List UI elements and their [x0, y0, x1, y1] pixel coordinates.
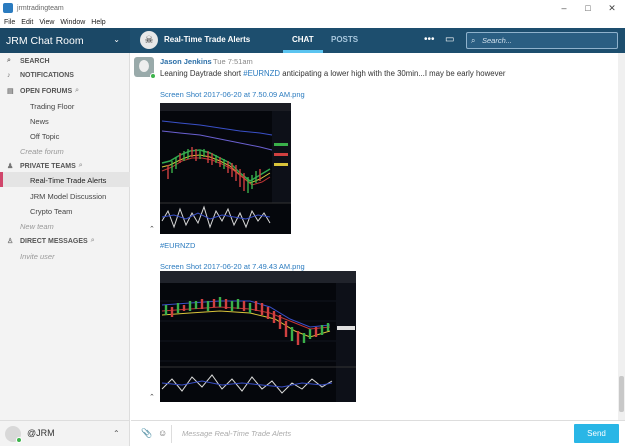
message-author[interactable]: Jason Jenkins [160, 57, 212, 66]
attachment-image[interactable] [160, 271, 356, 402]
search-placeholder: Search... [482, 36, 513, 45]
attachment-link[interactable]: Screen Shot 2017-06-20 at 7.49.43 AM.png [160, 262, 305, 271]
attachment-image[interactable] [160, 103, 291, 234]
room-avatar: ☠ [140, 31, 158, 49]
sidebar-private-teams[interactable]: ♟ PRIVATE TEAMS ⌕ [7, 162, 83, 170]
message-text-part: anticipating a lower high with the 30min… [280, 69, 506, 78]
window-titlebar: jrmtradingteam – □ ✕ [0, 0, 625, 16]
top-bar: JRM Chat Room ⌄ ☠ Real-Time Trade Alerts… [0, 28, 625, 53]
send-button[interactable]: Send [574, 424, 619, 443]
bell-icon: ♪ [7, 72, 11, 79]
search-input[interactable]: ⌕ Search... [466, 32, 618, 49]
toggle-panel-icon[interactable]: ▭ [445, 34, 454, 45]
search-icon[interactable]: ⌕ [75, 87, 79, 95]
message-list: Jason Jenkins Tue 7:51am Leaning Daytrad… [131, 53, 618, 420]
message-text-part: Leaning Daytrade short [160, 69, 244, 78]
message-input[interactable]: Message Real-Time Trade Alerts [182, 429, 291, 438]
sidebar-open-forums[interactable]: ▤ OPEN FORUMS ⌕ [7, 87, 79, 95]
sidebar-item-off-topic[interactable]: Off Topic [30, 132, 59, 141]
sidebar-search[interactable]: ⌕ SEARCH [7, 57, 50, 65]
menu-bar: File Edit View Window Help [0, 16, 625, 28]
user-menu[interactable]: @JRM ⌃ [0, 420, 130, 446]
attach-file-icon[interactable]: 📎 [141, 428, 152, 439]
search-icon[interactable]: ⌕ [79, 162, 83, 170]
sidebar-direct-messages-label: DIRECT MESSAGES [20, 237, 88, 245]
sidebar-notifications[interactable]: ♪ NOTIFICATIONS [7, 72, 74, 79]
create-forum-link[interactable]: Create forum [20, 147, 64, 156]
sidebar-open-forums-label: OPEN FORUMS [20, 87, 73, 95]
tab-posts[interactable]: POSTS [331, 35, 358, 44]
search-icon[interactable]: ⌕ [91, 237, 95, 245]
sidebar-item-crypto-team[interactable]: Crypto Team [30, 207, 72, 216]
username: @JRM [27, 428, 55, 438]
composer-divider [171, 425, 172, 443]
chevron-up-icon: ⌃ [113, 429, 120, 438]
sidebar-direct-messages[interactable]: ♙ DIRECT MESSAGES ⌕ [7, 237, 95, 245]
sidebar: ⌕ SEARCH ♪ NOTIFICATIONS ▤ OPEN FORUMS ⌕ Tra… [0, 53, 130, 446]
message-timestamp[interactable]: Tue 7:51am [213, 57, 253, 66]
menu-edit[interactable]: Edit [21, 19, 33, 26]
close-button[interactable]: ✕ [601, 0, 623, 16]
chevron-down-icon: ⌄ [113, 35, 120, 44]
sidebar-item-real-time-trade-alerts[interactable]: Real-Time Trade Alerts [30, 176, 106, 185]
menu-file[interactable]: File [4, 19, 15, 26]
online-status-icon [150, 73, 156, 79]
sidebar-item-news[interactable]: News [30, 117, 49, 126]
window-title: jrmtradingteam [17, 4, 64, 12]
menu-help[interactable]: Help [91, 19, 105, 26]
more-options-icon[interactable]: ••• [424, 34, 435, 45]
search-icon: ⌕ [471, 36, 476, 45]
tab-chat[interactable]: CHAT [292, 35, 314, 44]
hashtag-link[interactable]: #EURNZD [243, 69, 280, 78]
collapse-attachment-icon[interactable]: ⌃ [149, 393, 155, 401]
forum-icon: ▤ [7, 88, 14, 95]
app-icon [3, 3, 13, 13]
sidebar-private-teams-label: PRIVATE TEAMS [20, 162, 76, 170]
message-scrollbar[interactable] [618, 53, 625, 420]
search-icon: ⌕ [7, 57, 11, 64]
community-name: JRM Chat Room [6, 34, 84, 47]
attachment-link[interactable]: Screen Shot 2017-06-20 at 7.50.09 AM.png [160, 90, 305, 99]
online-status-icon [16, 437, 22, 443]
chart-screenshot-graphic [160, 271, 356, 402]
sidebar-notifications-label: NOTIFICATIONS [20, 72, 74, 79]
person-icon: ♙ [7, 238, 14, 245]
emoji-icon[interactable]: ☺ [158, 428, 167, 438]
scrollbar-thumb[interactable] [619, 376, 624, 412]
room-title: Real-Time Trade Alerts [164, 35, 251, 44]
new-team-link[interactable]: New team [20, 222, 54, 231]
menu-window[interactable]: Window [60, 19, 85, 26]
message-text: Leaning Daytrade short #EURNZD anticipat… [160, 69, 505, 78]
sidebar-search-label: SEARCH [20, 57, 50, 65]
collapse-attachment-icon[interactable]: ⌃ [149, 225, 155, 233]
maximize-button[interactable]: □ [577, 0, 599, 16]
sidebar-item-trading-floor[interactable]: Trading Floor [30, 102, 74, 111]
menu-view[interactable]: View [39, 19, 54, 26]
hashtag-link[interactable]: #EURNZD [160, 241, 195, 250]
chart-screenshot-graphic [160, 103, 291, 234]
sidebar-item-jrm-model-discussion[interactable]: JRM Model Discussion [30, 192, 106, 201]
message-composer: 📎 ☺ Message Real-Time Trade Alerts Send [131, 420, 625, 446]
invite-user-link[interactable]: Invite user [20, 252, 55, 261]
community-switcher[interactable]: JRM Chat Room ⌄ [0, 28, 130, 53]
team-icon: ♟ [7, 163, 14, 170]
minimize-button[interactable]: – [553, 0, 575, 16]
